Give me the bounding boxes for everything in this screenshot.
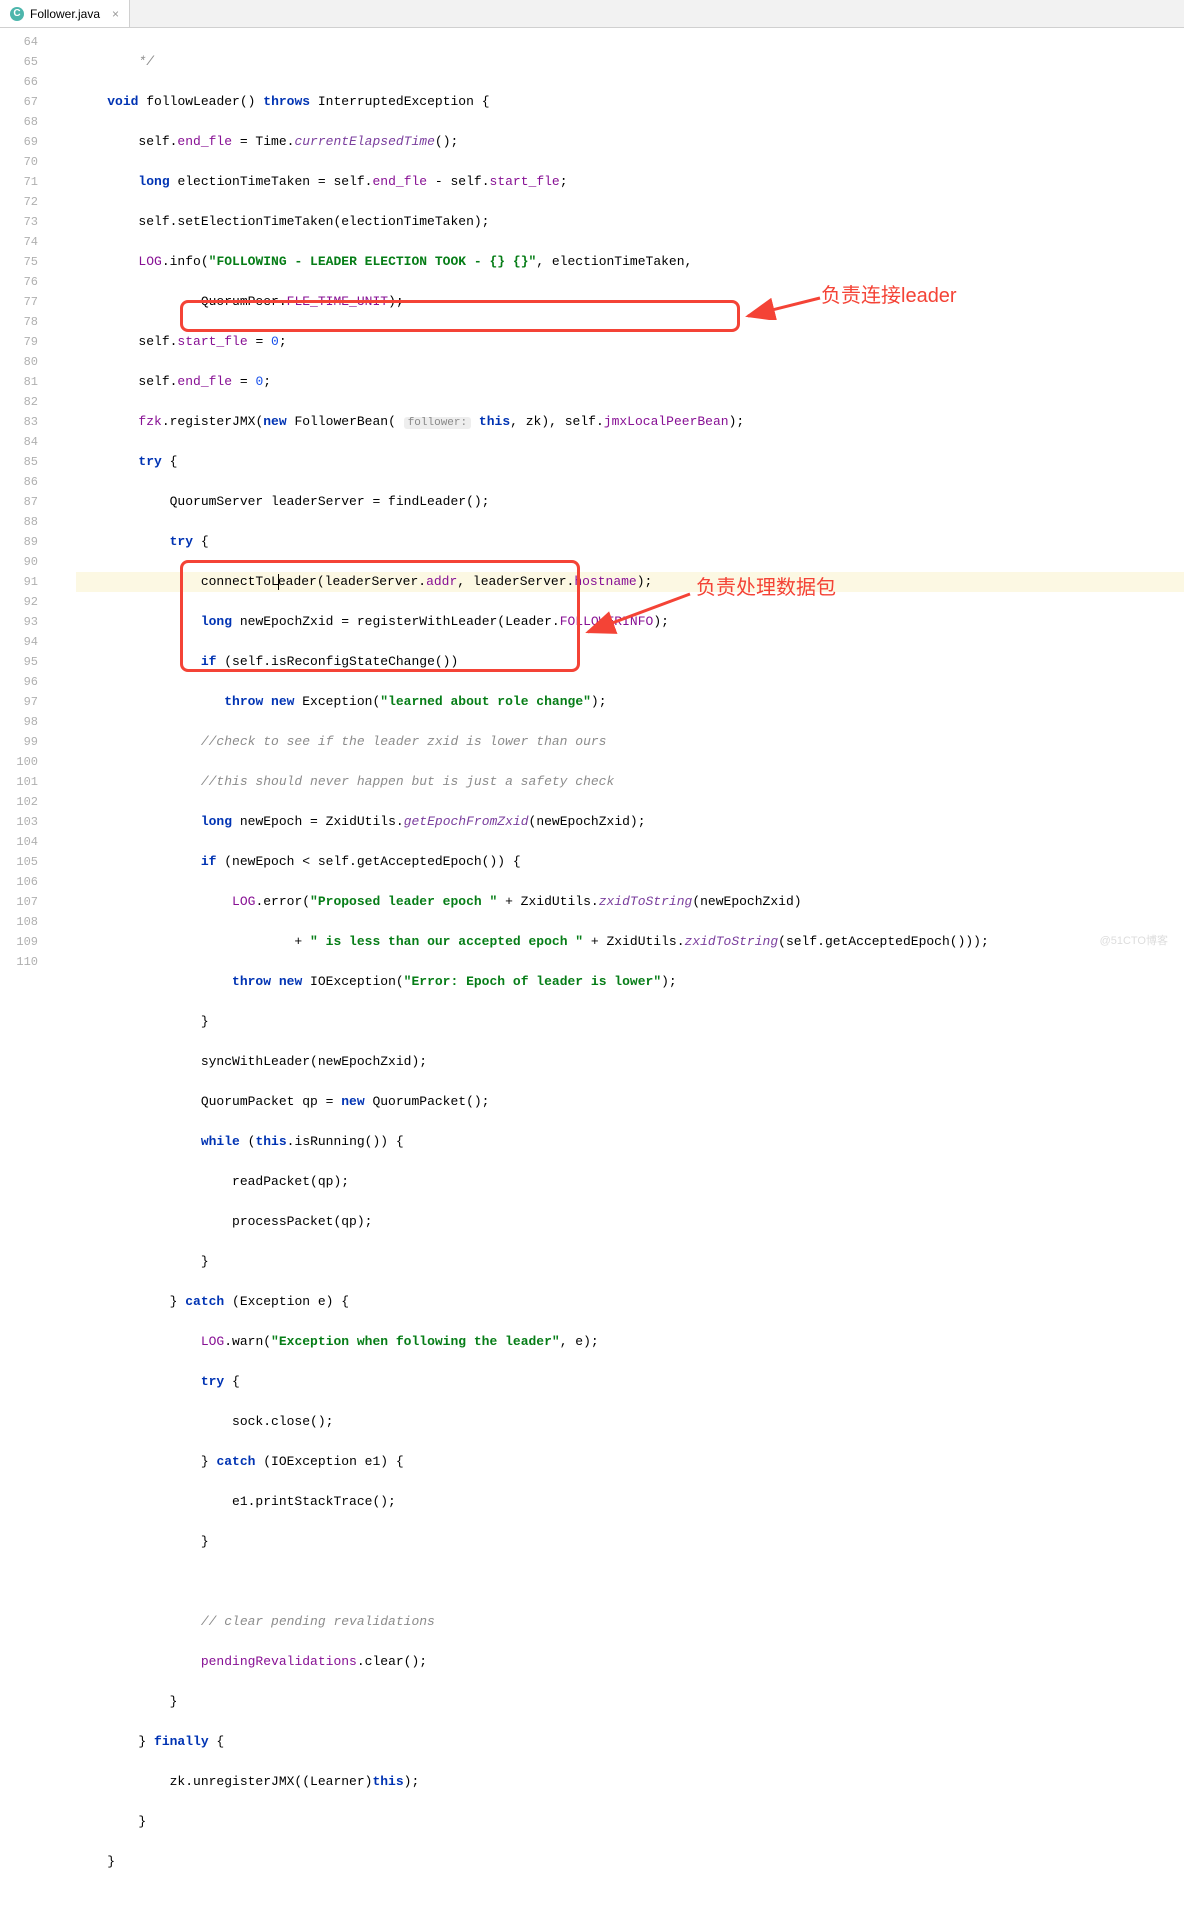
line-number: 82 <box>0 392 38 412</box>
line-number: 102 <box>0 792 38 812</box>
line-number: 73 <box>0 212 38 232</box>
line-number: 105 <box>0 852 38 872</box>
line-number: 69 <box>0 132 38 152</box>
line-number: 99 <box>0 732 38 752</box>
line-number: 98 <box>0 712 38 732</box>
annotation-text-1: 负责连接leader <box>821 286 957 306</box>
line-number: 103 <box>0 812 38 832</box>
line-number: 85 <box>0 452 38 472</box>
line-number: 90 <box>0 552 38 572</box>
line-number: 70 <box>0 152 38 172</box>
class-icon: C <box>10 7 24 21</box>
line-number: 78 <box>0 312 38 332</box>
line-number: 97 <box>0 692 38 712</box>
line-number: 107 <box>0 892 38 912</box>
line-number: 108 <box>0 912 38 932</box>
line-number: 96 <box>0 672 38 692</box>
line-number: 92 <box>0 592 38 612</box>
line-number: 106 <box>0 872 38 892</box>
line-number: 79 <box>0 332 38 352</box>
line-number: 80 <box>0 352 38 372</box>
line-number: 67 <box>0 92 38 112</box>
line-number: 95 <box>0 652 38 672</box>
line-number: 65 <box>0 52 38 72</box>
line-number: 100 <box>0 752 38 772</box>
line-number: 101 <box>0 772 38 792</box>
line-number: 109 <box>0 932 38 952</box>
current-line: connectToLeader(leaderServer.addr, leade… <box>76 572 1184 592</box>
annotation-text-2: 负责处理数据包 <box>696 578 836 598</box>
line-number: 104 <box>0 832 38 852</box>
line-number: 72 <box>0 192 38 212</box>
line-number: 83 <box>0 412 38 432</box>
line-number: 66 <box>0 72 38 92</box>
editor: 6465666768697071727374757677787980818283… <box>0 28 1184 958</box>
line-number: 89 <box>0 532 38 552</box>
line-number: 110 <box>0 952 38 972</box>
code-area[interactable]: */ void followLeader() throws Interrupte… <box>76 28 1184 958</box>
line-gutter: 6465666768697071727374757677787980818283… <box>0 28 50 958</box>
line-number: 75 <box>0 252 38 272</box>
line-number: 94 <box>0 632 38 652</box>
tab-filename: Follower.java <box>30 7 100 21</box>
line-number: 74 <box>0 232 38 252</box>
file-tab[interactable]: C Follower.java × <box>0 0 130 27</box>
line-number: 86 <box>0 472 38 492</box>
line-number: 71 <box>0 172 38 192</box>
line-number: 91 <box>0 572 38 592</box>
tab-bar: C Follower.java × <box>0 0 1184 28</box>
watermark: @51CTO博客 <box>1100 932 1168 948</box>
line-number: 84 <box>0 432 38 452</box>
line-number: 81 <box>0 372 38 392</box>
fold-column <box>50 28 76 958</box>
line-number: 93 <box>0 612 38 632</box>
line-number: 87 <box>0 492 38 512</box>
close-icon[interactable]: × <box>112 7 119 21</box>
line-number: 68 <box>0 112 38 132</box>
line-number: 88 <box>0 512 38 532</box>
line-number: 64 <box>0 32 38 52</box>
line-number: 76 <box>0 272 38 292</box>
line-number: 77 <box>0 292 38 312</box>
